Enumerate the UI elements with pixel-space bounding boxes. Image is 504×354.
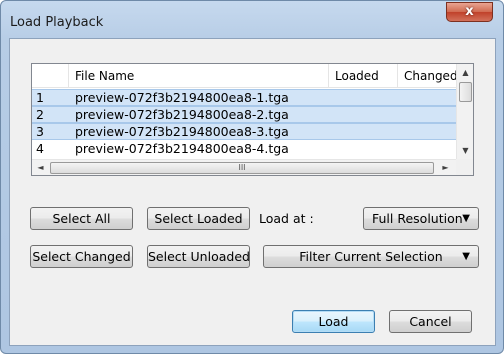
dialog-title: Load Playback: [10, 15, 104, 30]
cancel-button[interactable]: Cancel: [389, 310, 472, 333]
select-all-button[interactable]: Select All: [30, 207, 133, 230]
row-index: 3: [36, 124, 44, 139]
horizontal-scroll-thumb[interactable]: III: [50, 162, 434, 174]
row-file-name: preview-072f3b2194800ea8-2.tga: [75, 107, 289, 122]
load-at-label: Load at :: [259, 211, 314, 226]
file-list-header: File Name Loaded Changed: [32, 64, 456, 88]
scroll-down-icon[interactable]: ▼: [457, 142, 474, 159]
scroll-right-icon[interactable]: ►: [437, 160, 454, 176]
chevron-down-icon: ▼: [462, 251, 470, 262]
row-index: 4: [36, 141, 44, 156]
horizontal-scrollbar[interactable]: ◄ III ►: [32, 159, 456, 175]
column-header-changed[interactable]: Changed: [398, 64, 456, 88]
row-file-name: preview-072f3b2194800ea8-3.tga: [75, 124, 289, 139]
file-list[interactable]: File Name Loaded Changed 1 preview-072f3…: [31, 63, 474, 176]
row-index: 2: [36, 107, 44, 122]
table-row[interactable]: 3 preview-072f3b2194800ea8-3.tga: [32, 123, 456, 140]
vertical-scroll-thumb[interactable]: [459, 82, 472, 102]
scroll-up-icon[interactable]: ▲: [457, 64, 474, 81]
row-index: 1: [36, 90, 44, 105]
load-at-dropdown[interactable]: Full Resolution ▼: [363, 207, 479, 230]
column-header-loaded[interactable]: Loaded: [329, 64, 398, 88]
table-row[interactable]: 2 preview-072f3b2194800ea8-2.tga: [32, 106, 456, 123]
select-changed-button[interactable]: Select Changed: [30, 245, 133, 268]
row-file-name: preview-072f3b2194800ea8-1.tga: [75, 90, 289, 105]
vertical-scrollbar[interactable]: ▲ ▼: [456, 64, 473, 159]
load-at-value: Full Resolution: [372, 211, 463, 226]
table-row[interactable]: 1 preview-072f3b2194800ea8-1.tga: [32, 89, 456, 106]
chevron-down-icon: ▼: [462, 213, 470, 224]
scroll-left-icon[interactable]: ◄: [32, 160, 49, 176]
close-button[interactable]: x: [446, 2, 493, 22]
grip-icon: III: [238, 163, 246, 172]
column-header-index[interactable]: [32, 64, 69, 88]
filter-current-selection-dropdown[interactable]: Filter Current Selection ▼: [263, 245, 479, 268]
filter-value: Filter Current Selection: [299, 249, 443, 264]
column-header-file-name[interactable]: File Name: [69, 64, 329, 88]
select-unloaded-button[interactable]: Select Unloaded: [147, 245, 250, 268]
title-bar[interactable]: Load Playback x: [1, 1, 503, 33]
load-playback-dialog: Load Playback x File Name Loaded Changed…: [0, 0, 504, 354]
dialog-body: File Name Loaded Changed 1 preview-072f3…: [9, 38, 496, 346]
scrollbar-corner: [456, 159, 473, 175]
close-icon: x: [465, 4, 474, 19]
table-row[interactable]: 4 preview-072f3b2194800ea8-4.tga: [32, 141, 456, 158]
load-button[interactable]: Load: [292, 310, 375, 333]
select-loaded-button[interactable]: Select Loaded: [147, 207, 250, 230]
row-file-name: preview-072f3b2194800ea8-4.tga: [75, 141, 289, 156]
